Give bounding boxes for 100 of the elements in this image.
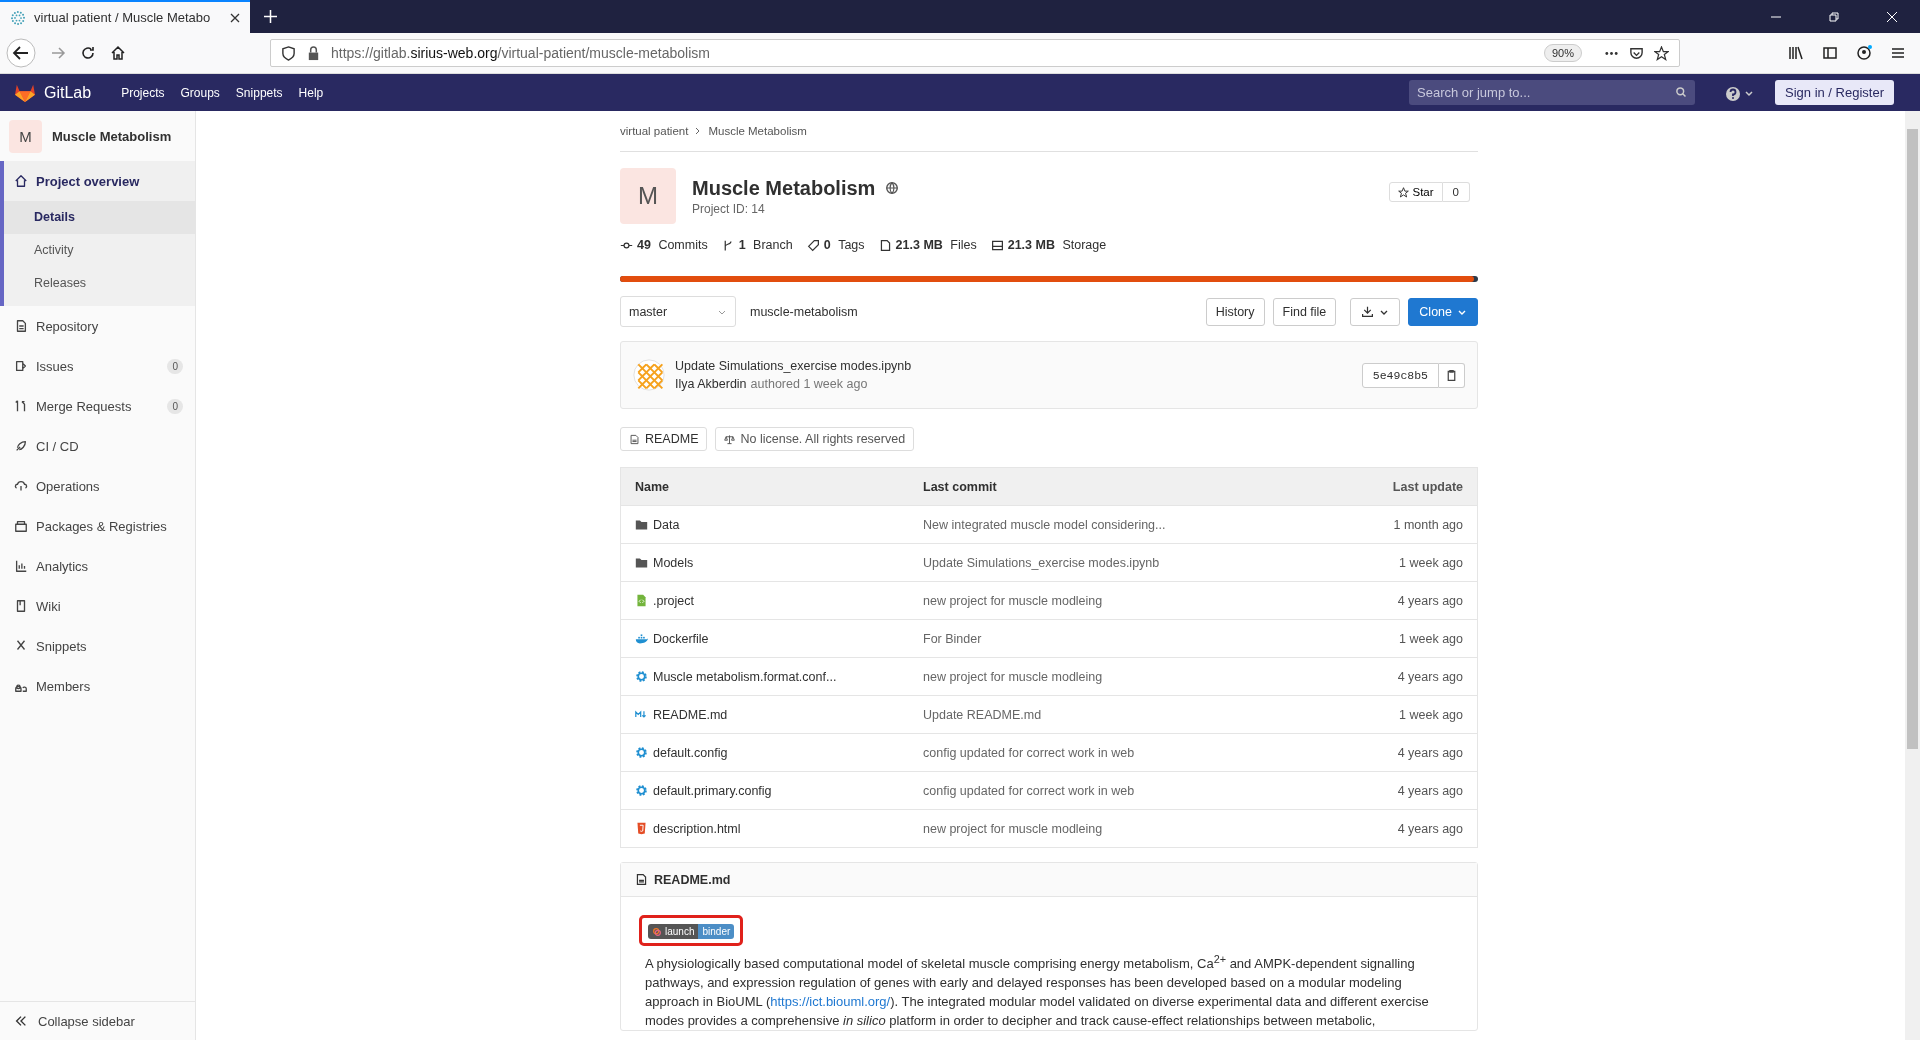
file-link[interactable]: description.html (635, 821, 895, 836)
stat-link[interactable]: 0 Tags (806, 238, 865, 252)
action-button[interactable]: Find file (1272, 297, 1337, 326)
favicon-icon (10, 9, 26, 26)
file-link[interactable]: README.md (635, 707, 895, 722)
sidebar-item[interactable]: Snippets (4, 626, 195, 666)
folder-icon (635, 518, 648, 531)
commit-link[interactable]: For Binder (923, 631, 982, 646)
file-link[interactable]: Data (635, 517, 895, 532)
sidebar-item[interactable]: Analytics (4, 546, 195, 586)
pocket-icon[interactable] (1629, 45, 1644, 61)
file-link[interactable]: Models (635, 555, 895, 570)
package-icon (14, 519, 28, 533)
sidebar-item[interactable]: Members (4, 666, 195, 706)
sidebar-item[interactable]: Packages & Registries (4, 506, 195, 546)
sidebar-item[interactable]: Issues 0 (4, 346, 195, 386)
menu-icon[interactable] (1890, 45, 1906, 61)
home-icon (14, 174, 28, 188)
search-field[interactable]: Search or jump to... (1409, 80, 1695, 105)
sidebar-item[interactable]: Repository (4, 306, 195, 346)
commit-link[interactable]: New integrated muscle model considering... (923, 517, 1166, 532)
update-time: 4 years ago (1397, 821, 1463, 836)
star-icon[interactable] (1654, 45, 1669, 61)
commit-sha[interactable]: 5e49c8b5 (1361, 362, 1439, 388)
sidebar-item[interactable]: CI / CD (4, 426, 195, 466)
commit-link[interactable]: new project for muscle modleing (923, 669, 1103, 684)
sidebar-subitem[interactable]: Activity (4, 234, 195, 267)
file-link[interactable]: default.config (635, 745, 895, 760)
sidebar-item[interactable]: Wiki (4, 586, 195, 626)
project-avatar[interactable]: M (9, 119, 42, 153)
commit-link[interactable]: config updated for correct work in web (923, 783, 1135, 798)
reload-icon[interactable] (80, 45, 96, 61)
action-button[interactable]: History (1205, 297, 1265, 326)
stat-link[interactable]: 1 Branch (721, 238, 793, 252)
sidebar-subitem[interactable]: Details (4, 201, 195, 234)
home-icon[interactable] (110, 45, 126, 61)
nav-link[interactable]: Snippets (235, 85, 283, 100)
project-file-button[interactable]: README (620, 427, 708, 451)
account-icon[interactable] (1856, 45, 1872, 61)
scale-icon (724, 433, 736, 445)
back-icon[interactable] (6, 38, 36, 68)
file-link[interactable]: .project (635, 593, 895, 608)
file-icon (878, 238, 892, 252)
download-dropdown-button[interactable] (1350, 297, 1401, 326)
breadcrumb-link[interactable]: virtual patient (620, 125, 689, 137)
commit-link[interactable]: Update Simulations_exercise modes.ipynb (923, 555, 1160, 570)
gitlab-logo-text[interactable]: GitLab (44, 83, 92, 102)
sign-in-button[interactable]: Sign in / Register (1775, 80, 1894, 105)
commit-link[interactable]: new project for muscle modleing (923, 821, 1103, 836)
document-icon (635, 873, 648, 886)
project-file-button[interactable]: No license. All rights reserved (715, 427, 915, 451)
author-link[interactable]: Ilya Akberdin (675, 377, 747, 391)
sidebar-item[interactable]: Operations (4, 466, 195, 506)
update-time: 4 years ago (1397, 745, 1463, 760)
nav-link[interactable]: Groups (180, 85, 220, 100)
search-icon (1675, 86, 1687, 98)
bar-chart-icon (14, 559, 28, 573)
sidebar-icon[interactable] (1822, 45, 1838, 61)
clone-button[interactable]: Clone (1408, 297, 1478, 326)
stat-link[interactable]: 21.3 MB Storage (990, 238, 1107, 252)
commit-link[interactable]: new project for muscle modleing (923, 593, 1103, 608)
library-icon[interactable] (1788, 45, 1804, 61)
cloud-icon (14, 479, 28, 493)
star-button[interactable]: Star (1388, 182, 1443, 202)
biouml-link[interactable]: https://ict.biouml.org/ (770, 994, 891, 1010)
nav-link[interactable]: Projects (121, 85, 165, 100)
close-icon[interactable] (1886, 10, 1898, 23)
commit-link[interactable]: config updated for correct work in web (923, 745, 1135, 760)
nav-link[interactable]: Help (298, 85, 324, 100)
breadcrumb-link[interactable]: Muscle Metabolism (708, 125, 807, 137)
address-bar[interactable]: https://gitlab.sirius-web.org/virtual-patient/muscle-metabolism 90% (270, 39, 1680, 67)
project-name[interactable]: Muscle Metabolism (52, 128, 172, 144)
file-link[interactable]: Muscle metabolism.format.conf... (635, 669, 895, 684)
file-link[interactable]: default.primary.config (635, 783, 895, 798)
column-header: Last update (1325, 467, 1478, 506)
help-icon[interactable] (1725, 84, 1755, 101)
code-file-icon (635, 594, 648, 607)
html-file-icon (635, 822, 648, 835)
restore-icon[interactable] (1828, 10, 1840, 23)
stat-link[interactable]: 49 Commits (620, 238, 708, 252)
sidebar-item[interactable]: Project overview (4, 161, 195, 201)
zoom-level-badge[interactable]: 90% (1543, 44, 1582, 62)
browser-tab[interactable]: virtual patient / Muscle Metabo (0, 0, 250, 33)
url-text: https://gitlab.sirius-web.org/virtual-patient/muscle-metabolism (331, 45, 711, 61)
commit-link[interactable]: Update README.md (923, 707, 1042, 722)
star-count[interactable]: 0 (1442, 182, 1470, 202)
new-tab-icon[interactable] (264, 10, 277, 23)
copy-button[interactable] (1439, 362, 1465, 388)
sidebar-item[interactable]: Merge Requests 0 (4, 386, 195, 426)
file-link[interactable]: Dockerfile (635, 631, 895, 646)
collapse-sidebar-button[interactable]: Collapse sidebar (0, 1001, 195, 1040)
close-tab-icon[interactable] (230, 12, 240, 23)
scrollbar[interactable] (1905, 111, 1920, 1040)
forward-icon[interactable] (50, 45, 66, 61)
folder-icon (635, 556, 648, 569)
branch-dropdown[interactable]: master (620, 296, 736, 327)
sidebar-subitem[interactable]: Releases (4, 267, 195, 300)
update-time: 1 week ago (1399, 631, 1463, 646)
commit-message-link[interactable]: Update Simulations_exercise modes.ipynb (675, 359, 912, 373)
stat-link[interactable]: 21.3 MB Files (878, 238, 977, 252)
